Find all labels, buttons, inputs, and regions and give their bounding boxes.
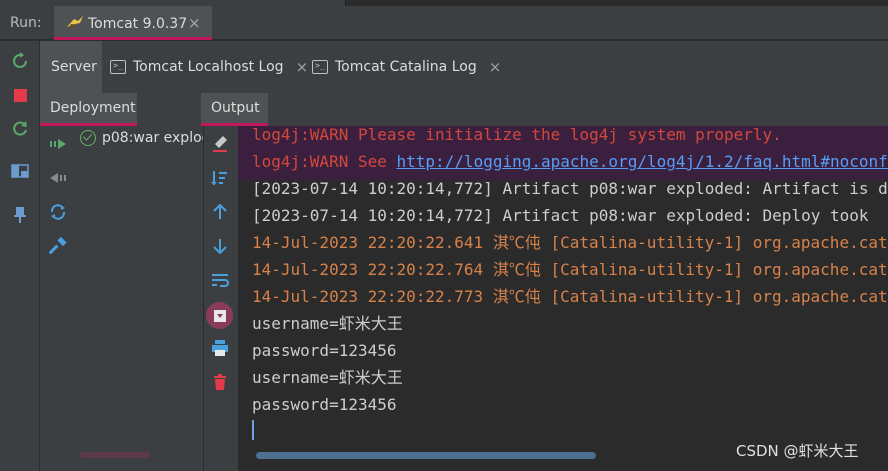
stop-icon[interactable] [10, 85, 30, 105]
output-toolbar [203, 126, 238, 471]
console-line: 14-Jul-2023 22:20:22.773 淇℃伅 [Catalina-u… [252, 287, 888, 306]
console-line-prefix: log4j:WARN See [252, 152, 397, 171]
console-line: log4j:WARN See http://logging.apache.org… [252, 148, 888, 175]
tab-label: Tomcat Catalina Log [335, 59, 477, 75]
print-icon[interactable] [210, 338, 230, 358]
tab-server[interactable]: Server [40, 41, 102, 93]
run-side-toolbar [0, 41, 40, 471]
restart-icon[interactable] [10, 119, 30, 139]
console-line: 14-Jul-2023 22:20:22.764 淇℃伅 [Catalina-u… [252, 260, 888, 279]
terminal-icon: >_ [312, 60, 328, 74]
console-output[interactable]: log4j:WARN Please initialize the log4j s… [238, 126, 888, 471]
tab-output[interactable]: Output [201, 93, 268, 126]
pin-icon[interactable] [10, 205, 30, 225]
run-tab-label: Tomcat 9.0.37 [88, 16, 188, 32]
soft-wrap-icon[interactable] [210, 270, 230, 290]
deployment-item[interactable]: p08:war exploded [80, 130, 203, 146]
build-icon[interactable] [48, 236, 68, 256]
refresh-icon[interactable] [48, 202, 68, 222]
tab-tomcat-localhost-log[interactable]: >_ Tomcat Localhost Log × [110, 41, 308, 93]
panel-tab-bar: Deployment Output [40, 93, 888, 126]
console-line: password=123456 [252, 341, 397, 360]
terminal-icon: >_ [110, 60, 126, 74]
deployment-item-label: p08:war exploded [102, 130, 203, 146]
rerun-icon[interactable] [10, 51, 30, 71]
tab-server-label: Server [51, 59, 97, 75]
console-line: username=虾米大王 [252, 314, 403, 333]
log4j-faq-link[interactable]: http://logging.apache.org/log4j/1.2/faq.… [397, 152, 888, 171]
close-icon[interactable]: × [188, 14, 201, 32]
deployment-toolbar [40, 126, 77, 471]
watermark: CSDN @虾米大王 [736, 442, 859, 460]
tab-label: Tomcat Localhost Log [133, 59, 284, 75]
run-label: Run: [10, 15, 42, 31]
console-line: [2023-07-14 10:20:14,772] Artifact p08:w… [252, 179, 888, 198]
console-line: [2023-07-14 10:20:14,772] Artifact p08:w… [252, 206, 869, 225]
console-line: password=123456 [252, 395, 397, 414]
console-line: username=虾米大王 [252, 368, 403, 387]
up-arrow-icon[interactable] [210, 202, 230, 222]
trash-icon[interactable] [210, 372, 230, 392]
clear-icon[interactable] [210, 134, 230, 154]
layout-icon[interactable] [10, 161, 30, 181]
run-tab-tomcat[interactable]: Tomcat 9.0.37 × [54, 6, 212, 40]
deployment-scrollbar[interactable] [80, 452, 150, 458]
undeploy-all-icon[interactable] [48, 168, 68, 188]
text-caret [252, 420, 254, 440]
tomcat-icon [67, 16, 83, 28]
console-line: log4j:WARN Please initialize the log4j s… [252, 126, 782, 144]
run-toolbar: Run: Tomcat 9.0.37 × [0, 0, 888, 40]
tab-tomcat-catalina-log[interactable]: >_ Tomcat Catalina Log × [312, 41, 501, 93]
deploy-all-icon[interactable] [48, 134, 68, 154]
service-tab-bar: Server >_ Tomcat Localhost Log × >_ Tomc… [40, 41, 888, 93]
down-arrow-icon[interactable] [210, 236, 230, 256]
close-icon[interactable]: × [489, 58, 502, 76]
close-icon[interactable]: × [296, 58, 309, 76]
tab-deployment[interactable]: Deployment [40, 93, 137, 126]
check-circle-icon [80, 130, 96, 146]
editor-strip [345, 0, 888, 6]
sort-icon[interactable] [210, 168, 230, 188]
scroll-to-end-icon[interactable] [206, 302, 233, 329]
horizontal-scrollbar[interactable] [256, 452, 596, 459]
deployment-list: p08:war exploded [77, 126, 203, 471]
console-line: 14-Jul-2023 22:20:22.641 淇℃伅 [Catalina-u… [252, 233, 888, 252]
